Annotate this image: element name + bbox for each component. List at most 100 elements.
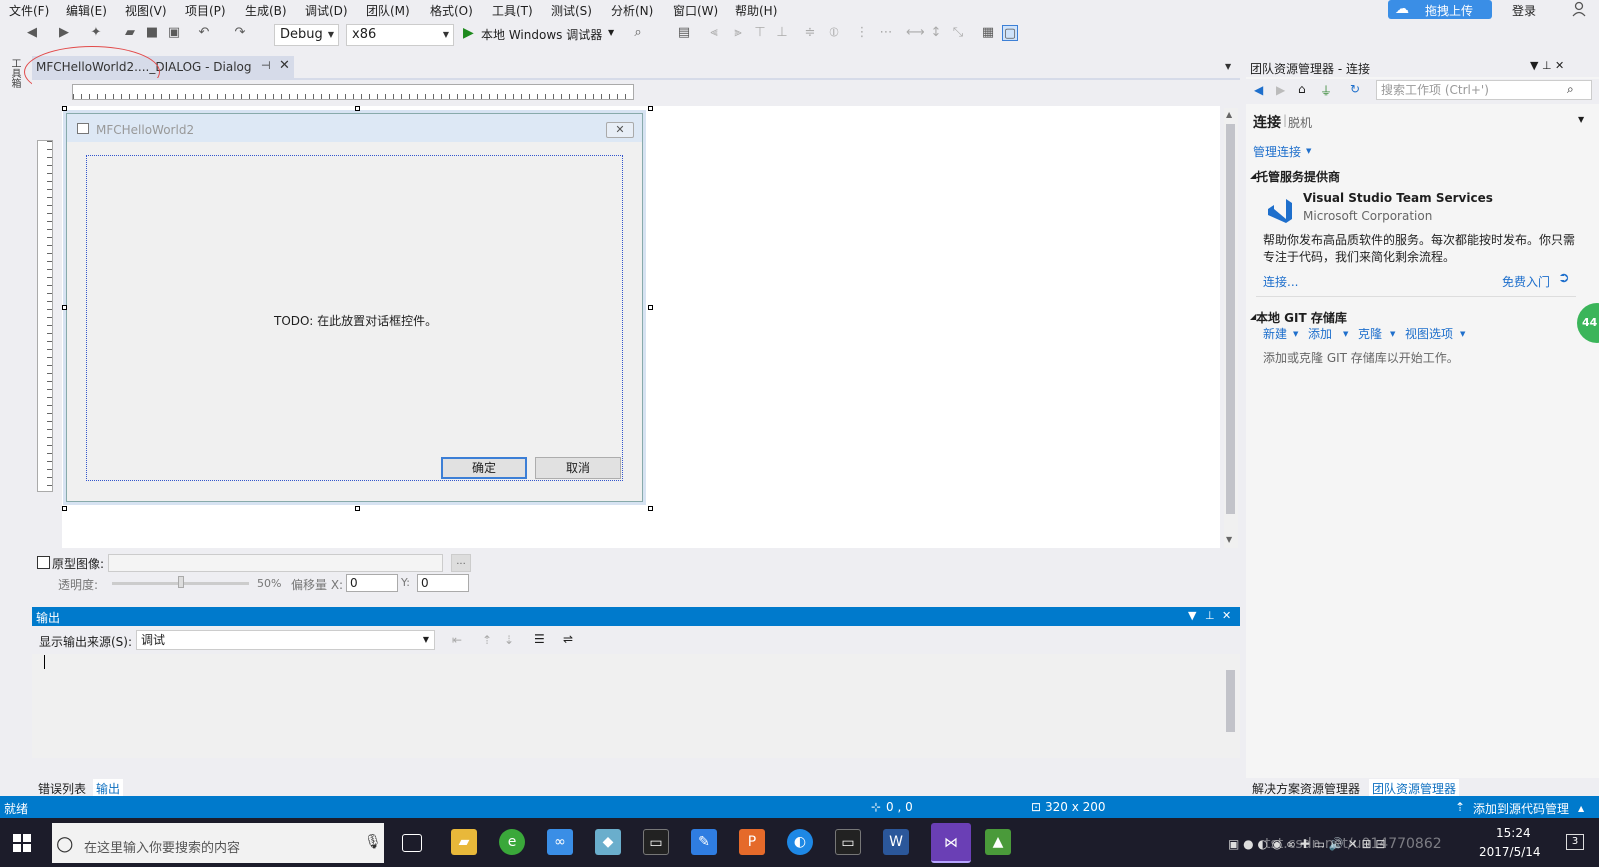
resize-handle[interactable] xyxy=(355,106,360,111)
console-icon[interactable]: ▭ xyxy=(835,829,861,855)
microphone-icon[interactable]: 🎙 xyxy=(364,834,382,850)
word-icon[interactable]: W xyxy=(883,829,909,855)
chevron-down-icon[interactable]: ▼ xyxy=(1225,62,1231,71)
new-project-icon[interactable]: ✦ xyxy=(88,25,104,41)
resize-handle[interactable] xyxy=(62,506,67,511)
connect-heading[interactable]: 连接 xyxy=(1253,112,1281,132)
menu-team[interactable]: 团队(M) xyxy=(366,2,410,19)
toolbox-tab[interactable]: 工具箱 xyxy=(8,58,22,88)
start-debugger-button[interactable]: 本地 Windows 调试器 xyxy=(481,26,602,43)
center-horizontal-icon[interactable]: ⦶ xyxy=(826,25,842,41)
chevron-down-icon[interactable]: ▼ xyxy=(1578,115,1584,124)
previous-message-icon[interactable]: ⇡ xyxy=(482,633,492,647)
resize-handle[interactable] xyxy=(62,106,67,111)
visual-studio-icon[interactable]: ⋈ xyxy=(931,823,971,863)
dialog-close-icon[interactable]: ✕ xyxy=(606,122,634,138)
menu-help[interactable]: 帮助(H) xyxy=(735,2,777,19)
panel-controls[interactable]: ▼ ⊥ ✕ xyxy=(1530,59,1564,72)
baidu-netdisk-icon[interactable]: ∞ xyxy=(547,829,573,855)
resize-handle[interactable] xyxy=(648,305,653,310)
offset-x-spinner[interactable]: 0 xyxy=(346,574,398,592)
local-git-header[interactable]: 本地 GIT 存储库 xyxy=(1256,309,1347,326)
menu-window[interactable]: 窗口(W) xyxy=(673,2,718,19)
edge-icon[interactable]: ◐ xyxy=(787,829,813,855)
menu-tools[interactable]: 工具(T) xyxy=(492,2,533,19)
offset-y-spinner[interactable]: 0 xyxy=(417,574,469,592)
platform-select[interactable]: x86 ▼ xyxy=(346,24,454,46)
scroll-down-icon[interactable]: ▼ xyxy=(1226,535,1232,544)
resize-handle[interactable] xyxy=(648,506,653,511)
git-add-link[interactable]: 添加 xyxy=(1308,325,1332,342)
align-left-icon[interactable]: ⫷ xyxy=(706,25,722,41)
space-down-icon[interactable]: ⋯ xyxy=(878,25,894,41)
same-height-icon[interactable]: ↕ xyxy=(928,25,944,41)
word-wrap-icon[interactable]: ⇌ xyxy=(563,632,573,646)
horizontal-ruler[interactable] xyxy=(72,84,634,100)
pdf-icon[interactable]: P xyxy=(739,829,765,855)
center-vertical-icon[interactable]: ≑ xyxy=(802,25,818,41)
prototype-checkbox[interactable] xyxy=(37,556,50,569)
forward-icon[interactable]: ▶ xyxy=(56,25,72,41)
prototype-path-field[interactable] xyxy=(108,554,443,572)
scroll-thumb[interactable] xyxy=(1226,124,1235,514)
back-icon[interactable]: ◀ xyxy=(1254,83,1263,97)
scroll-thumb[interactable] xyxy=(1226,670,1235,732)
pin-icon[interactable]: ⊥ xyxy=(1205,609,1215,622)
menu-view[interactable]: 视图(V) xyxy=(125,2,167,19)
menu-debug[interactable]: 调试(D) xyxy=(305,2,348,19)
connect-plug-icon[interactable]: ⏚ xyxy=(1320,82,1332,99)
action-center-icon[interactable]: 3 xyxy=(1566,834,1584,850)
menu-build[interactable]: 生成(B) xyxy=(245,2,287,19)
browse-button[interactable]: ... xyxy=(451,554,471,572)
hosted-providers-header[interactable]: 托管服务提供商 xyxy=(1256,168,1340,185)
clock-date[interactable]: 2017/5/14 xyxy=(1479,845,1541,859)
grid-icon[interactable]: ▦ xyxy=(980,25,996,41)
chevron-down-icon[interactable]: ▼ xyxy=(1188,609,1196,622)
todo-static-text[interactable]: TODO: 在此放置对话框控件。 xyxy=(274,312,437,329)
menu-format[interactable]: 格式(O) xyxy=(430,2,473,19)
chevron-down-icon[interactable]: ▼ xyxy=(608,28,614,37)
output-source-select[interactable]: 调试 ▼ xyxy=(136,630,435,650)
save-icon[interactable]: ■ xyxy=(144,25,160,41)
menu-file[interactable]: 文件(F) xyxy=(9,2,49,19)
add-to-source-control[interactable]: 添加到源代码管理 xyxy=(1473,800,1569,817)
chevron-up-icon[interactable]: ▲ xyxy=(1578,804,1584,813)
arrow-right-circle-icon[interactable]: ➲ xyxy=(1558,270,1570,286)
output-text-area[interactable] xyxy=(32,654,1240,758)
menu-project[interactable]: 项目(P) xyxy=(185,2,226,19)
connect-link[interactable]: 连接... xyxy=(1263,273,1298,290)
git-new-link[interactable]: 新建 xyxy=(1263,325,1287,342)
app-icon[interactable]: ✎ xyxy=(691,829,717,855)
test-dialog-icon[interactable]: ▤ xyxy=(676,25,692,41)
ok-button[interactable]: 确定 xyxy=(441,457,527,479)
cancel-button[interactable]: 取消 xyxy=(535,457,621,479)
space-across-icon[interactable]: ⋮ xyxy=(854,25,870,41)
terminal-icon[interactable]: ▭ xyxy=(643,829,669,855)
output-titlebar[interactable] xyxy=(32,607,1240,626)
browser-icon[interactable]: e xyxy=(499,829,525,855)
same-width-icon[interactable]: ⟷ xyxy=(906,25,925,41)
back-icon[interactable]: ◀ xyxy=(24,25,40,41)
menu-edit[interactable]: 编辑(E) xyxy=(66,2,107,19)
notes-icon[interactable]: ◆ xyxy=(595,829,621,855)
close-icon[interactable]: ✕ xyxy=(1222,609,1231,622)
task-view-icon[interactable] xyxy=(402,834,422,852)
person-icon[interactable] xyxy=(1572,1,1586,17)
file-explorer-icon[interactable]: ▰ xyxy=(451,829,477,855)
pin-icon[interactable]: ⊣ xyxy=(261,59,271,72)
align-top-icon[interactable]: ⊤ xyxy=(752,25,768,41)
manage-connections-link[interactable]: 管理连接 xyxy=(1253,143,1301,160)
menu-test[interactable]: 测试(S) xyxy=(551,2,592,19)
next-message-icon[interactable]: ⇣ xyxy=(504,633,514,647)
chart-app-icon[interactable]: ▲ xyxy=(985,829,1011,855)
align-right-icon[interactable]: ⫸ xyxy=(730,25,746,41)
save-all-icon[interactable]: ▣ xyxy=(166,25,182,41)
find-icon[interactable]: ⌕ xyxy=(630,25,646,41)
search-icon[interactable]: ⌕ xyxy=(1567,82,1574,97)
open-folder-icon[interactable]: ▰ xyxy=(122,25,138,41)
toggle-guides-icon[interactable]: ▢ xyxy=(1002,25,1018,41)
clear-all-icon[interactable]: ☰ xyxy=(534,632,545,646)
refresh-icon[interactable]: ↻ xyxy=(1350,82,1360,96)
windows-start-icon[interactable] xyxy=(12,833,32,853)
clock-time[interactable]: 15:24 xyxy=(1496,826,1531,840)
